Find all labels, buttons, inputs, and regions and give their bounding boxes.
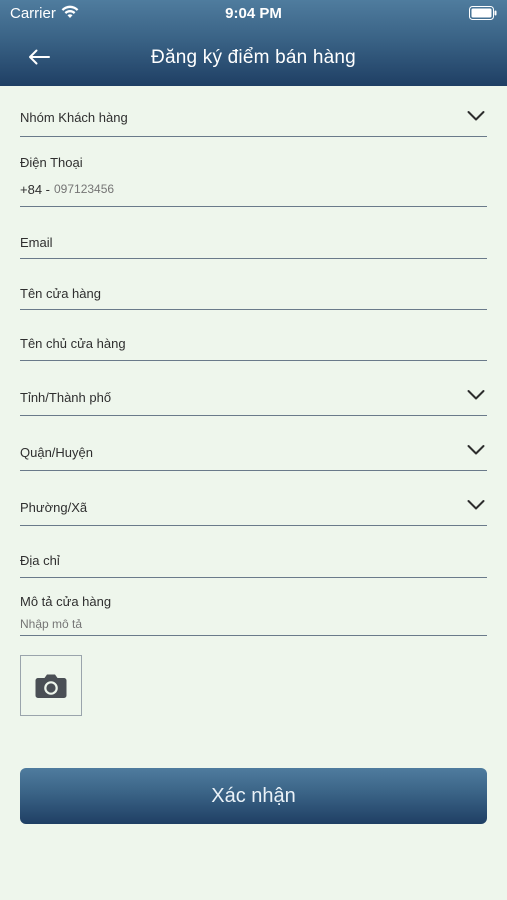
app-header: Carrier 9:04 PM Đăng ký điểm bán hàng [0,0,507,86]
province-select[interactable]: Tỉnh/Thành phố [20,361,487,416]
page-title: Đăng ký điểm bán hàng [151,47,356,68]
owner-name-label: Tên chủ cửa hàng [20,336,126,351]
chevron-down-icon [467,445,485,455]
nav-bar: Đăng ký điểm bán hàng [0,34,507,80]
description-input[interactable] [20,615,480,633]
province-label: Tỉnh/Thành phố [20,390,112,405]
description-label: Mô tả cửa hàng [20,594,112,609]
store-name-field[interactable]: Tên cửa hàng [20,259,487,310]
chevron-down-icon [467,500,485,510]
email-field[interactable]: Email [20,207,487,259]
submit-button[interactable]: Xác nhận [20,768,487,824]
ward-label: Phường/Xã [20,500,88,515]
chevron-down-icon [467,111,485,121]
phone-input[interactable] [54,180,474,198]
owner-name-field[interactable]: Tên chủ cửa hàng [20,310,487,361]
district-label: Quận/Huyện [20,445,93,460]
camera-icon [35,674,67,698]
status-time: 9:04 PM [225,5,282,22]
customer-group-label: Nhóm Khách hàng [20,110,128,125]
customer-group-select[interactable]: Nhóm Khách hàng [20,86,487,137]
battery-icon [469,6,497,20]
chevron-down-icon [467,390,485,400]
address-field[interactable]: Địa chỉ [20,526,487,578]
add-photo-button[interactable] [20,655,82,716]
store-name-label: Tên cửa hàng [20,286,101,301]
email-label: Email [20,235,53,250]
description-field: Mô tả cửa hàng [20,578,487,636]
phone-field: Điện Thoại +84 - [20,137,487,207]
address-label: Địa chỉ [20,553,60,568]
phone-prefix: +84 - [20,182,50,197]
phone-label: Điện Thoại [20,155,83,170]
status-bar: Carrier 9:04 PM [0,0,507,28]
district-select[interactable]: Quận/Huyện [20,416,487,471]
ward-select[interactable]: Phường/Xã [20,471,487,526]
